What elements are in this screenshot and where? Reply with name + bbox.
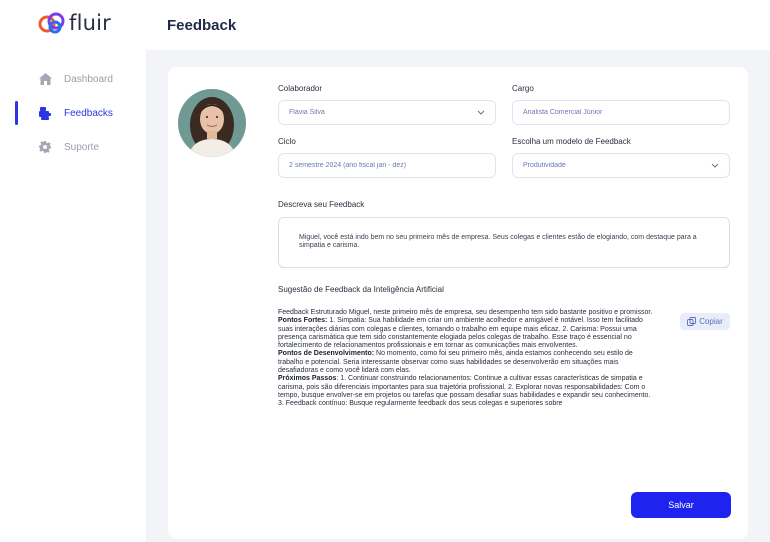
- cargo-field[interactable]: Analista Comercial Júnior: [512, 100, 730, 125]
- copy-button[interactable]: Copiar: [680, 313, 730, 330]
- save-label: Salvar: [668, 500, 694, 510]
- ciclo-label: Ciclo: [278, 137, 296, 146]
- ai-development-title: Pontos de Desenvolvimento:: [278, 350, 375, 358]
- ai-suggestion-title: Sugestão de Feedback da Inteligência Art…: [278, 285, 444, 294]
- ai-next-title: Próximos Passos: [278, 375, 337, 383]
- colaborador-select[interactable]: Flávia Silva: [278, 100, 496, 125]
- modelo-value: Produtividade: [523, 162, 566, 169]
- chevron-down-icon: [711, 162, 719, 170]
- ai-strengths-title: Pontos Fortes:: [278, 317, 328, 325]
- copy-label: Copiar: [699, 317, 723, 326]
- feedback-card: Colaborador Flávia Silva Cargo Analista …: [168, 67, 748, 539]
- sidebar-item-dashboard[interactable]: Dashboard: [0, 62, 146, 96]
- descricao-label: Descreva seu Feedback: [278, 200, 365, 209]
- modelo-label: Escolha um modelo de Feedback: [512, 137, 631, 146]
- sidebar: fluir Dashboard Feedbacks Suporte: [0, 0, 146, 542]
- page-header: Feedback: [146, 0, 770, 50]
- ai-suggestion-text: Feedback Estruturado Miguel, neste prime…: [278, 309, 658, 409]
- logo-icon: [38, 12, 65, 34]
- cargo-value: Analista Comercial Júnior: [523, 109, 603, 116]
- ciclo-field[interactable]: 2 semestre 2024 (ano fiscal jan - dez): [278, 153, 496, 178]
- gear-icon: [38, 140, 52, 154]
- feedback-icon: [38, 106, 52, 120]
- sidebar-item-suporte[interactable]: Suporte: [0, 130, 146, 164]
- ciclo-value: 2 semestre 2024 (ano fiscal jan - dez): [289, 162, 407, 169]
- logo-text: fluir: [69, 11, 112, 35]
- chevron-down-icon: [477, 109, 485, 117]
- sidebar-item-label: Feedbacks: [64, 107, 113, 119]
- sidebar-item-feedbacks[interactable]: Feedbacks: [0, 96, 146, 130]
- sidebar-nav: Dashboard Feedbacks Suporte: [0, 62, 146, 164]
- home-icon: [38, 72, 52, 86]
- colaborador-value: Flávia Silva: [289, 109, 325, 116]
- copy-icon: [687, 313, 697, 331]
- ai-intro: Feedback Estruturado Miguel, neste prime…: [278, 309, 653, 316]
- cargo-label: Cargo: [512, 84, 534, 93]
- sidebar-item-label: Dashboard: [64, 73, 113, 85]
- save-button[interactable]: Salvar: [631, 492, 731, 518]
- page-title: Feedback: [167, 16, 237, 34]
- feedback-textarea[interactable]: Miguel, você está indo bem no seu primei…: [278, 217, 730, 268]
- avatar: [178, 89, 246, 157]
- colaborador-label: Colaborador: [278, 84, 323, 93]
- modelo-select[interactable]: Produtividade: [512, 153, 730, 178]
- sidebar-item-label: Suporte: [64, 141, 100, 153]
- app-root: fluir Dashboard Feedbacks Suporte Feedba…: [0, 0, 770, 542]
- ai-strengths-text: 1. Simpatia: Sua habilidade em criar um …: [278, 317, 643, 350]
- logo: fluir: [37, 10, 111, 36]
